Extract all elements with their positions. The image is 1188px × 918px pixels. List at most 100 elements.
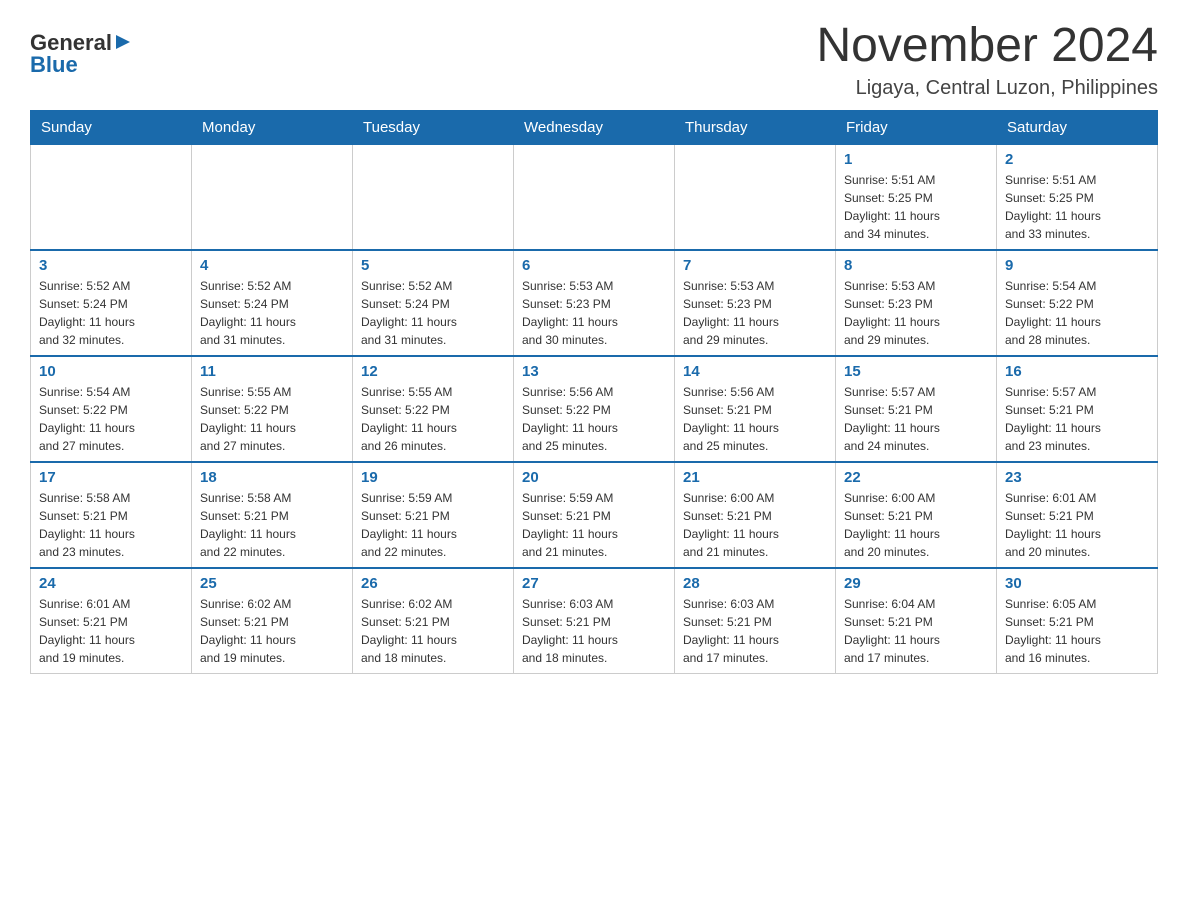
calendar-week-row: 17Sunrise: 5:58 AMSunset: 5:21 PMDayligh…: [31, 462, 1158, 568]
day-info: Sunrise: 5:57 AMSunset: 5:21 PMDaylight:…: [1005, 383, 1149, 455]
day-info: Sunrise: 6:03 AMSunset: 5:21 PMDaylight:…: [522, 595, 666, 667]
day-number: 10: [39, 363, 183, 380]
calendar-day-cell: 21Sunrise: 6:00 AMSunset: 5:21 PMDayligh…: [675, 462, 836, 568]
calendar-day-cell: 14 Sunrise: 5:56 AMSunset: 5:21 PMDayligh…: [675, 356, 836, 462]
day-info: Sunrise: 6:04 AMSunset: 5:21 PMDaylight:…: [844, 595, 988, 667]
calendar-day-cell: 10Sunrise: 5:54 AMSunset: 5:22 PMDayligh…: [31, 356, 192, 462]
weekday-header-saturday: Saturday: [997, 110, 1158, 144]
day-number: 12: [361, 363, 505, 380]
calendar-day-cell: 23Sunrise: 6:01 AMSunset: 5:21 PMDayligh…: [997, 462, 1158, 568]
calendar-day-cell: 3 Sunrise: 5:52 AMSunset: 5:24 PMDaylight…: [31, 250, 192, 356]
day-number: 30: [1005, 575, 1149, 592]
day-number: 19: [361, 469, 505, 486]
calendar-day-cell: 29 Sunrise: 6:04 AMSunset: 5:21 PMDayligh…: [836, 568, 997, 674]
calendar-day-cell: 28 Sunrise: 6:03 AMSunset: 5:21 PMDayligh…: [675, 568, 836, 674]
logo-blue-text: Blue: [30, 52, 78, 78]
day-info: Sunrise: 5:53 AMSunset: 5:23 PMDaylight:…: [522, 277, 666, 349]
day-info: Sunrise: 5:57 AMSunset: 5:21 PMDaylight:…: [844, 383, 988, 455]
day-info: Sunrise: 5:52 AMSunset: 5:24 PMDaylight:…: [200, 277, 344, 349]
day-info: Sunrise: 6:02 AMSunset: 5:21 PMDaylight:…: [200, 595, 344, 667]
day-info: Sunrise: 6:00 AMSunset: 5:21 PMDaylight:…: [844, 489, 988, 561]
calendar-day-cell: 5Sunrise: 5:52 AMSunset: 5:24 PMDaylight…: [353, 250, 514, 356]
day-number: 7: [683, 257, 827, 274]
day-number: 4: [200, 257, 344, 274]
day-number: 15: [844, 363, 988, 380]
day-number: 14: [683, 363, 827, 380]
day-info: Sunrise: 5:54 AMSunset: 5:22 PMDaylight:…: [1005, 277, 1149, 349]
day-number: 16: [1005, 363, 1149, 380]
calendar-day-cell: 2 Sunrise: 5:51 AMSunset: 5:25 PMDaylight…: [997, 144, 1158, 250]
calendar-day-cell: 6 Sunrise: 5:53 AMSunset: 5:23 PMDaylight…: [514, 250, 675, 356]
day-number: 11: [200, 363, 344, 380]
day-info: Sunrise: 5:58 AMSunset: 5:21 PMDaylight:…: [39, 489, 183, 561]
day-number: 23: [1005, 469, 1149, 486]
day-info: Sunrise: 5:56 AMSunset: 5:21 PMDaylight:…: [683, 383, 827, 455]
calendar-day-cell: 20 Sunrise: 5:59 AMSunset: 5:21 PMDayligh…: [514, 462, 675, 568]
weekday-header-tuesday: Tuesday: [353, 110, 514, 144]
calendar-day-cell: 27Sunrise: 6:03 AMSunset: 5:21 PMDayligh…: [514, 568, 675, 674]
day-number: 28: [683, 575, 827, 592]
calendar-day-cell: 8 Sunrise: 5:53 AMSunset: 5:23 PMDaylight…: [836, 250, 997, 356]
day-info: Sunrise: 6:02 AMSunset: 5:21 PMDaylight:…: [361, 595, 505, 667]
day-info: Sunrise: 5:59 AMSunset: 5:21 PMDaylight:…: [522, 489, 666, 561]
calendar-day-cell: [675, 144, 836, 250]
day-info: Sunrise: 5:53 AMSunset: 5:23 PMDaylight:…: [683, 277, 827, 349]
day-info: Sunrise: 5:53 AMSunset: 5:23 PMDaylight:…: [844, 277, 988, 349]
day-number: 13: [522, 363, 666, 380]
day-number: 26: [361, 575, 505, 592]
calendar-day-cell: [353, 144, 514, 250]
calendar-week-row: 3 Sunrise: 5:52 AMSunset: 5:24 PMDaylight…: [31, 250, 1158, 356]
day-info: Sunrise: 5:55 AMSunset: 5:22 PMDaylight:…: [361, 383, 505, 455]
weekday-header-sunday: Sunday: [31, 110, 192, 144]
calendar-day-cell: 25 Sunrise: 6:02 AMSunset: 5:21 PMDayligh…: [192, 568, 353, 674]
day-number: 18: [200, 469, 344, 486]
day-number: 21: [683, 469, 827, 486]
weekday-header-friday: Friday: [836, 110, 997, 144]
calendar-day-cell: 16 Sunrise: 5:57 AMSunset: 5:21 PMDayligh…: [997, 356, 1158, 462]
day-info: Sunrise: 5:55 AMSunset: 5:22 PMDaylight:…: [200, 383, 344, 455]
location: Ligaya, Central Luzon, Philippines: [816, 77, 1158, 100]
calendar-day-cell: 12 Sunrise: 5:55 AMSunset: 5:22 PMDayligh…: [353, 356, 514, 462]
logo-arrow-icon: [114, 33, 132, 51]
day-info: Sunrise: 5:59 AMSunset: 5:21 PMDaylight:…: [361, 489, 505, 561]
calendar-day-cell: 15 Sunrise: 5:57 AMSunset: 5:21 PMDayligh…: [836, 356, 997, 462]
day-info: Sunrise: 5:56 AMSunset: 5:22 PMDaylight:…: [522, 383, 666, 455]
day-number: 8: [844, 257, 988, 274]
calendar-day-cell: 26 Sunrise: 6:02 AMSunset: 5:21 PMDayligh…: [353, 568, 514, 674]
day-number: 6: [522, 257, 666, 274]
calendar-day-cell: 22 Sunrise: 6:00 AMSunset: 5:21 PMDayligh…: [836, 462, 997, 568]
day-number: 29: [844, 575, 988, 592]
day-number: 2: [1005, 151, 1149, 168]
calendar-week-row: 10Sunrise: 5:54 AMSunset: 5:22 PMDayligh…: [31, 356, 1158, 462]
day-info: Sunrise: 5:52 AMSunset: 5:24 PMDaylight:…: [39, 277, 183, 349]
month-title: November 2024: [816, 20, 1158, 73]
calendar-day-cell: 18 Sunrise: 5:58 AMSunset: 5:21 PMDayligh…: [192, 462, 353, 568]
day-number: 25: [200, 575, 344, 592]
calendar-week-row: 1 Sunrise: 5:51 AMSunset: 5:25 PMDaylight…: [31, 144, 1158, 250]
weekday-header-row: SundayMondayTuesdayWednesdayThursdayFrid…: [31, 110, 1158, 144]
day-info: Sunrise: 6:03 AMSunset: 5:21 PMDaylight:…: [683, 595, 827, 667]
calendar-day-cell: 24 Sunrise: 6:01 AMSunset: 5:21 PMDayligh…: [31, 568, 192, 674]
day-number: 24: [39, 575, 183, 592]
calendar-week-row: 24 Sunrise: 6:01 AMSunset: 5:21 PMDayligh…: [31, 568, 1158, 674]
calendar-day-cell: 19 Sunrise: 5:59 AMSunset: 5:21 PMDayligh…: [353, 462, 514, 568]
day-number: 9: [1005, 257, 1149, 274]
calendar-day-cell: [514, 144, 675, 250]
day-number: 20: [522, 469, 666, 486]
calendar-table: SundayMondayTuesdayWednesdayThursdayFrid…: [30, 110, 1158, 674]
day-number: 22: [844, 469, 988, 486]
day-info: Sunrise: 6:01 AMSunset: 5:21 PMDaylight:…: [39, 595, 183, 667]
day-number: 3: [39, 257, 183, 274]
day-info: Sunrise: 6:05 AMSunset: 5:21 PMDaylight:…: [1005, 595, 1149, 667]
weekday-header-thursday: Thursday: [675, 110, 836, 144]
day-number: 5: [361, 257, 505, 274]
weekday-header-monday: Monday: [192, 110, 353, 144]
day-number: 1: [844, 151, 988, 168]
day-info: Sunrise: 5:58 AMSunset: 5:21 PMDaylight:…: [200, 489, 344, 561]
day-info: Sunrise: 5:51 AMSunset: 5:25 PMDaylight:…: [844, 171, 988, 243]
calendar-day-cell: 1 Sunrise: 5:51 AMSunset: 5:25 PMDaylight…: [836, 144, 997, 250]
day-info: Sunrise: 5:51 AMSunset: 5:25 PMDaylight:…: [1005, 171, 1149, 243]
calendar-day-cell: 7 Sunrise: 5:53 AMSunset: 5:23 PMDaylight…: [675, 250, 836, 356]
calendar-day-cell: 4 Sunrise: 5:52 AMSunset: 5:24 PMDaylight…: [192, 250, 353, 356]
calendar-day-cell: [192, 144, 353, 250]
